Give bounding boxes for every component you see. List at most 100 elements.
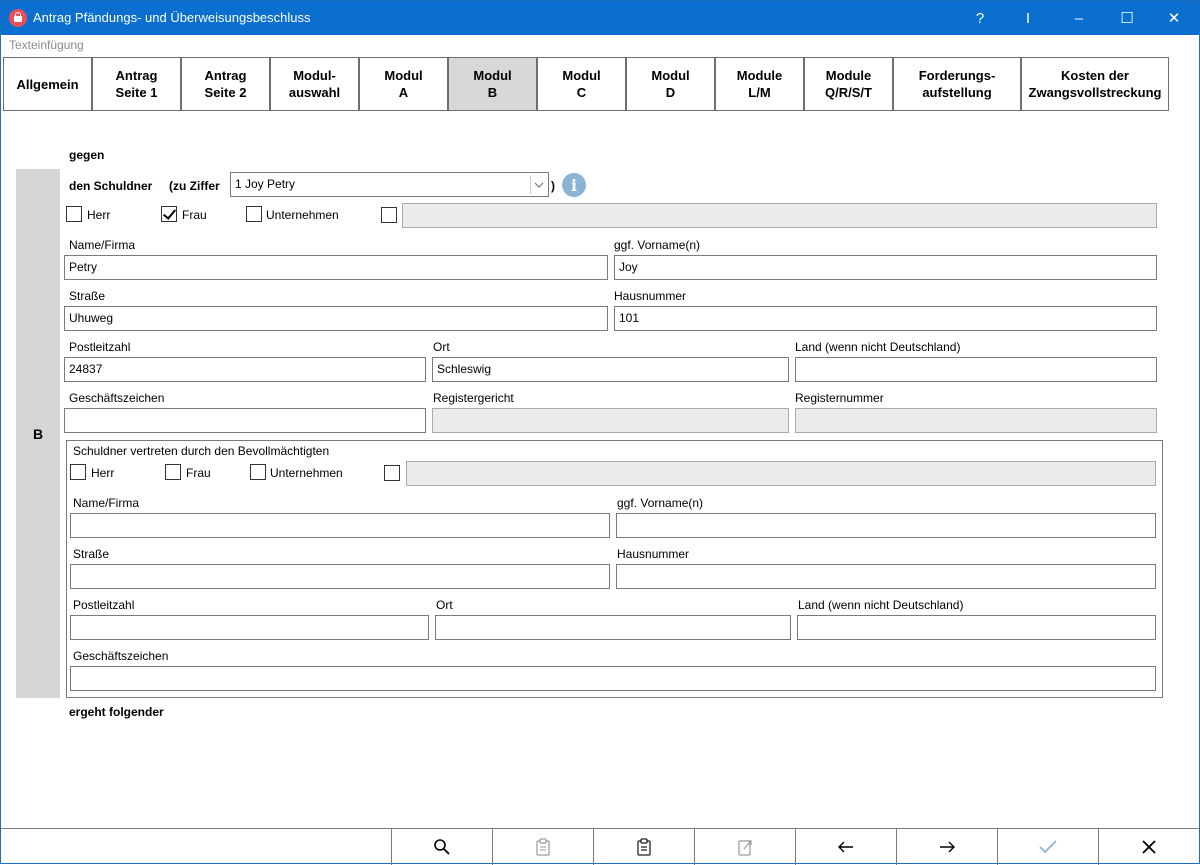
tab-modul-b[interactable]: Modul B bbox=[448, 57, 537, 111]
ziffer-select-value: 1 Joy Petry bbox=[235, 177, 296, 191]
chevron-down-icon[interactable] bbox=[530, 175, 546, 194]
schuldner-other-checkbox[interactable] bbox=[381, 207, 397, 223]
bevollmaechtigter-plz-field[interactable] bbox=[70, 615, 429, 640]
window-title: Antrag Pfändungs- und Überweisungsbeschl… bbox=[33, 10, 311, 25]
tab-modul-d[interactable]: Modul D bbox=[626, 57, 715, 111]
app-window: Antrag Pfändungs- und Überweisungsbeschl… bbox=[0, 0, 1200, 865]
schuldner-name-label: Name/Firma bbox=[69, 238, 136, 252]
bevollmaechtigter-geschaeftszeichen-label: Geschäftszeichen bbox=[73, 649, 169, 663]
schuldner-plz-label: Postleitzahl bbox=[69, 340, 131, 354]
tab-kosten-zwangsvollstreckung[interactable]: Kosten der Zwangsvollstreckung bbox=[1021, 57, 1169, 111]
close-window-button[interactable]: ✕ bbox=[1150, 1, 1198, 35]
bevollmaechtigter-name-field[interactable] bbox=[70, 513, 610, 538]
schuldner-ort-label: Ort bbox=[433, 340, 450, 354]
previous-button[interactable] bbox=[795, 829, 896, 865]
ergeht-label: ergeht folgender bbox=[69, 705, 164, 719]
tab-allgemein[interactable]: Allgemein bbox=[3, 57, 92, 111]
schuldner-other-field[interactable] bbox=[402, 203, 1157, 228]
schuldner-registergericht-field[interactable] bbox=[432, 408, 789, 433]
menu-texteinfuegung[interactable]: Texteinfügung bbox=[9, 38, 84, 52]
bevollmaechtigter-land-label: Land (wenn nicht Deutschland) bbox=[798, 598, 964, 612]
schuldner-ort-field[interactable]: Schleswig bbox=[432, 357, 789, 382]
schuldner-herr-checkbox[interactable] bbox=[66, 206, 82, 222]
arrow-left-icon bbox=[838, 841, 853, 853]
help-button[interactable]: ? bbox=[956, 1, 1004, 35]
bevollmaechtigter-unternehmen-checkbox[interactable] bbox=[250, 464, 266, 480]
schuldner-unternehmen-label: Unternehmen bbox=[266, 208, 339, 222]
bevollmaechtigter-ort-field[interactable] bbox=[435, 615, 791, 640]
tab-antrag-seite-2[interactable]: Antrag Seite 2 bbox=[181, 57, 270, 111]
tab-module-lm[interactable]: Module L/M bbox=[715, 57, 804, 111]
clipboard-icon bbox=[637, 838, 651, 856]
pin-button[interactable]: I bbox=[1004, 1, 1052, 35]
gegen-label: gegen bbox=[69, 148, 105, 162]
search-icon bbox=[434, 839, 450, 855]
search-button[interactable] bbox=[391, 829, 492, 865]
paste-disabled-button[interactable] bbox=[492, 829, 593, 865]
section-side-label: B bbox=[16, 169, 60, 698]
bevollmaechtigter-frau-label: Frau bbox=[186, 466, 211, 480]
bevollmaechtigter-hausnummer-label: Hausnummer bbox=[617, 547, 690, 561]
bevollmaechtigter-land-field[interactable] bbox=[797, 615, 1156, 640]
bevollmaechtigter-geschaeftszeichen-field[interactable] bbox=[70, 666, 1156, 691]
bevollmaechtigter-strasse-label: Straße bbox=[73, 547, 110, 561]
tab-modul-a[interactable]: Modul A bbox=[359, 57, 448, 111]
bevollmaechtigter-ort-label: Ort bbox=[436, 598, 453, 612]
tab-modulauswahl[interactable]: Modul- auswahl bbox=[270, 57, 359, 111]
schuldner-label: den Schuldner bbox=[69, 179, 153, 193]
bevollmaechtigter-herr-label: Herr bbox=[91, 466, 115, 480]
schuldner-frau-label: Frau bbox=[182, 208, 207, 222]
ziffer-select[interactable]: 1 Joy Petry bbox=[230, 172, 549, 197]
minimize-button[interactable]: – bbox=[1055, 1, 1103, 35]
clipboard-disabled-icon bbox=[536, 838, 550, 856]
bevollmaechtigter-name-label: Name/Firma bbox=[73, 496, 140, 510]
maximize-button[interactable]: ☐ bbox=[1103, 1, 1151, 35]
schuldner-strasse-label: Straße bbox=[69, 289, 106, 303]
bevollmaechtigter-other-checkbox[interactable] bbox=[384, 465, 400, 481]
schuldner-land-label: Land (wenn nicht Deutschland) bbox=[795, 340, 961, 354]
paste-button[interactable] bbox=[593, 829, 694, 865]
title-bar: Antrag Pfändungs- und Überweisungsbeschl… bbox=[1, 1, 1199, 35]
schuldner-hausnummer-field[interactable]: 101 bbox=[614, 306, 1157, 331]
export-disabled-icon bbox=[738, 840, 752, 856]
schuldner-vorname-field[interactable]: Joy bbox=[614, 255, 1157, 280]
schuldner-land-field[interactable] bbox=[795, 357, 1157, 382]
info-icon[interactable]: i bbox=[562, 173, 586, 197]
export-disabled-button[interactable] bbox=[694, 829, 795, 865]
bottom-toolbar bbox=[1, 828, 1199, 865]
schuldner-vorname-label: ggf. Vorname(n) bbox=[614, 238, 701, 252]
lock-icon bbox=[9, 9, 27, 27]
schuldner-registernummer-field[interactable] bbox=[795, 408, 1157, 433]
cancel-button[interactable] bbox=[1098, 829, 1199, 865]
bevollmaechtigter-frau-checkbox[interactable] bbox=[165, 464, 181, 480]
bevollmaechtigter-hausnummer-field[interactable] bbox=[616, 564, 1156, 589]
tab-module-qrst[interactable]: Module Q/R/S/T bbox=[804, 57, 893, 111]
schuldner-geschaeftszeichen-field[interactable] bbox=[64, 408, 426, 433]
bevollmaechtigter-plz-label: Postleitzahl bbox=[73, 598, 135, 612]
schuldner-name-field[interactable]: Petry bbox=[64, 255, 608, 280]
tab-antrag-seite-1[interactable]: Antrag Seite 1 bbox=[92, 57, 181, 111]
schuldner-strasse-field[interactable]: Uhuweg bbox=[64, 306, 608, 331]
schuldner-hausnummer-label: Hausnummer bbox=[614, 289, 687, 303]
check-icon bbox=[1039, 840, 1057, 854]
bevollmaechtigter-vorname-label: ggf. Vorname(n) bbox=[617, 496, 704, 510]
confirm-button[interactable] bbox=[997, 829, 1098, 865]
bevollmaechtigter-herr-checkbox[interactable] bbox=[70, 464, 86, 480]
schuldner-geschaeftszeichen-label: Geschäftszeichen bbox=[69, 391, 165, 405]
next-button[interactable] bbox=[896, 829, 997, 865]
bevollmaechtigter-unternehmen-label: Unternehmen bbox=[270, 466, 343, 480]
tab-modul-c[interactable]: Modul C bbox=[537, 57, 626, 111]
close-icon bbox=[1142, 840, 1156, 854]
tab-forderungsaufstellung[interactable]: Forderungs- aufstellung bbox=[893, 57, 1021, 111]
schuldner-registergericht-label: Registergericht bbox=[433, 391, 514, 405]
arrow-right-icon bbox=[940, 841, 955, 853]
bevollmaechtigter-other-field[interactable] bbox=[406, 461, 1156, 486]
bevollmaechtigter-strasse-field[interactable] bbox=[70, 564, 610, 589]
schuldner-unternehmen-checkbox[interactable] bbox=[246, 206, 262, 222]
schuldner-plz-field[interactable]: 24837 bbox=[64, 357, 426, 382]
close-paren-label: ) bbox=[551, 179, 555, 193]
schuldner-frau-checkbox[interactable] bbox=[161, 206, 177, 222]
bevollmaechtigter-vorname-field[interactable] bbox=[616, 513, 1156, 538]
zu-ziffer-label: (zu Ziffer bbox=[169, 179, 220, 193]
schuldner-herr-label: Herr bbox=[87, 208, 111, 222]
